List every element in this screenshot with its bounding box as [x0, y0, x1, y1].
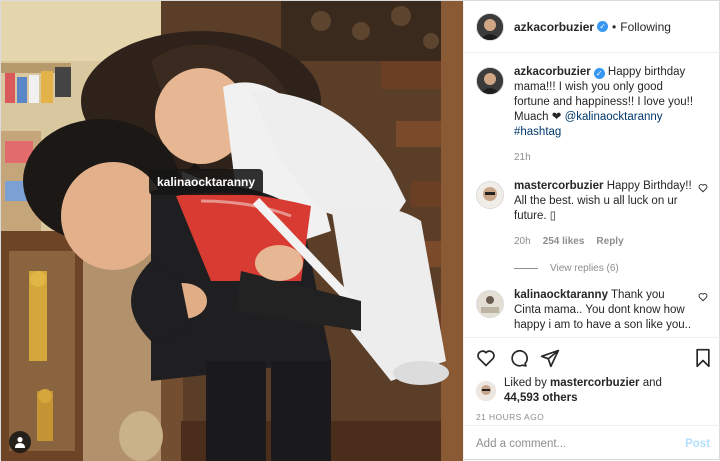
post-header: azkacorbuzier ✓ • Following: [464, 1, 720, 53]
comment-input[interactable]: [476, 437, 686, 450]
comment-item: kalinaocktaranny Thank you Cinta mama.. …: [464, 274, 720, 333]
comment-meta: 20h 254 likes Reply: [514, 234, 694, 249]
post-timestamp[interactable]: 21 HOURS AGO: [476, 412, 712, 422]
comment-body: mastercorbuzier Happy Birthday!! All the…: [514, 179, 694, 249]
hashtag-link[interactable]: #hashtag: [514, 126, 561, 138]
avatar[interactable]: [476, 181, 504, 209]
action-icons: [476, 344, 712, 372]
avatar-image: [477, 13, 503, 40]
save-button[interactable]: [694, 348, 712, 368]
person-icon: [15, 437, 25, 448]
comment-meta: 21h: [514, 150, 694, 165]
comments-list[interactable]: azkacorbuzier ✓ Happy birthday mama!!! I …: [464, 57, 720, 337]
avatar-image: [477, 68, 503, 94]
avatar[interactable]: [476, 12, 504, 41]
photo-user-tag[interactable]: kalinaocktaranny: [149, 163, 264, 195]
like-comment-heart-icon[interactable]: [698, 183, 708, 193]
header-separator: •: [612, 19, 617, 34]
heart-icon: [477, 350, 495, 367]
view-replies-button[interactable]: View replies (6): [514, 263, 720, 274]
comment-body: kalinaocktaranny Thank you Cinta mama.. …: [514, 288, 694, 333]
avatar[interactable]: [476, 67, 504, 95]
user-tags-button[interactable]: [9, 431, 31, 453]
paper-plane-icon: [540, 349, 560, 368]
caption-body: azkacorbuzier ✓ Happy birthday mama!!! I …: [514, 65, 694, 165]
comment-username[interactable]: mastercorbuzier: [514, 180, 603, 192]
comment-button[interactable]: [508, 348, 528, 368]
photo-illustration: [1, 1, 463, 461]
instagram-post: kalinaocktaranny azkacorbuzier ✓ • Follo…: [0, 0, 720, 461]
verified-badge-icon: ✓: [597, 21, 609, 32]
bookmark-icon: [696, 348, 710, 368]
post-comment-button[interactable]: Post: [685, 438, 710, 450]
liked-by-prefix: Liked by: [504, 377, 547, 389]
liked-by-user[interactable]: mastercorbuzier: [550, 377, 639, 389]
verified-badge-icon: ✓: [593, 68, 605, 79]
comment-time[interactable]: 21h: [514, 150, 531, 165]
add-comment-bar: Post: [464, 425, 720, 461]
avatar-image: [477, 182, 503, 208]
follow-status-button[interactable]: Following: [620, 20, 671, 34]
likes-count-button[interactable]: 44,593 others: [504, 392, 578, 404]
like-button[interactable]: [476, 348, 496, 368]
mention-link[interactable]: @kalinaocktaranny: [565, 111, 663, 123]
liked-by-and: and: [642, 377, 662, 389]
reply-button[interactable]: Reply: [596, 234, 623, 249]
like-comment-heart-icon[interactable]: [698, 292, 708, 302]
avatar[interactable]: [476, 381, 496, 401]
post-actions: Liked by mastercorbuzier and 44,593 othe…: [464, 337, 720, 422]
comment-item: mastercorbuzier Happy Birthday!! All the…: [464, 165, 720, 249]
post-author-username[interactable]: azkacorbuzier: [514, 20, 594, 34]
share-button[interactable]: [540, 348, 560, 368]
comment-time[interactable]: 20h: [514, 234, 531, 249]
avatar-image: [476, 381, 496, 401]
liked-by-text: Liked by mastercorbuzier and 44,593 othe…: [504, 376, 662, 406]
post-side-panel: azkacorbuzier ✓ • Following azkacorbuzie…: [463, 1, 720, 461]
caption: azkacorbuzier ✓ Happy birthday mama!!! I …: [464, 57, 720, 165]
post-photo[interactable]: kalinaocktaranny: [1, 1, 463, 461]
avatar[interactable]: [476, 290, 504, 318]
avatar-image: [477, 291, 503, 317]
comment-username[interactable]: azkacorbuzier: [514, 66, 591, 78]
comment-username[interactable]: kalinaocktaranny: [514, 289, 608, 301]
likes-summary: Liked by mastercorbuzier and 44,593 othe…: [476, 376, 712, 406]
comment-likes[interactable]: 254 likes: [543, 234, 585, 249]
comment-bubble-icon: [511, 349, 528, 367]
